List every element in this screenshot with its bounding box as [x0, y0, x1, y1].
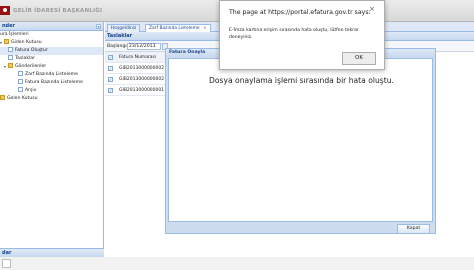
tree-item-fatura-bazinda-listeleme[interactable]: Fatura Bazında Listeleme: [0, 79, 103, 87]
row-checkbox[interactable]: ✓: [108, 66, 113, 71]
document-icon: [8, 55, 13, 60]
app-title: GELİR İDARESİ BAŞKANLIĞI: [13, 8, 103, 14]
invoice-number: GIB2013000000002: [119, 77, 165, 82]
tree-item-fatura-islemleri[interactable]: ura İşlemleri: [0, 31, 103, 39]
folder-icon: [0, 95, 5, 100]
tree-item-label: Zarf Bazında Listeleme: [25, 72, 78, 77]
invoice-grid: ✓ Fatura Numarası ✓ GIB2013000000002 ✓ G…: [105, 52, 167, 232]
collapse-sidebar-button[interactable]: «: [96, 24, 101, 29]
tree-item-label: Gönderilenler: [15, 64, 47, 69]
browser-alert-dialog: The page at https://portal.efatura.gov.t…: [219, 0, 385, 70]
tree-item-label: Gelen Kutusu: [7, 96, 38, 101]
expand-arrow-icon: ▾: [0, 40, 3, 45]
document-icon: [8, 47, 13, 52]
table-row[interactable]: ✓ GIB2013000000002: [105, 74, 166, 85]
invoice-number: GIB2013000000002: [119, 66, 165, 71]
grid-header-row: ✓ Fatura Numarası: [105, 52, 166, 63]
bottom-strip: [0, 257, 474, 270]
sidebar-footer[interactable]: dar: [0, 248, 104, 257]
table-row[interactable]: ✓ GIB2013000000001: [105, 85, 166, 96]
row-checkbox[interactable]: ✓: [108, 77, 113, 82]
expand-arrow-icon: ▾: [4, 64, 7, 69]
tree-item-gelen-kutusu[interactable]: Gelen Kutusu: [0, 95, 103, 103]
tree-item-label: Fatura Bazında Listeleme: [25, 80, 83, 85]
ok-button[interactable]: OK: [342, 52, 376, 65]
tree-item-label: Taslaklar: [15, 56, 35, 61]
tree-item-label: Fatura Oluştur: [15, 48, 48, 53]
tab-hosgeldiniz[interactable]: Hoşgeldiniz: [107, 24, 141, 32]
close-icon[interactable]: ×: [203, 26, 207, 31]
dialog-body: Dosya onaylama işlemi sırasında bir hata…: [168, 58, 433, 222]
tab-label: Zarf Bazında Listeleme: [149, 26, 200, 31]
sidebar-tree: ura İşlemleri ▾ Giden Kutusu Fatura Oluşt…: [0, 31, 103, 103]
tree-item-gonderilenler[interactable]: ▾ Gönderilenler: [0, 63, 103, 71]
tab-label: Hoşgeldiniz: [111, 26, 137, 31]
tree-item-arsiv[interactable]: Arşiv: [0, 87, 103, 95]
gib-logo: [0, 6, 10, 15]
tree-item-fatura-olustur[interactable]: Fatura Oluştur: [0, 47, 103, 55]
tree-item-giden-kutusu[interactable]: ▾ Giden Kutusu: [0, 39, 103, 47]
tab-zarf-bazinda-listeleme[interactable]: Zarf Bazında Listeleme ×: [145, 24, 211, 32]
invoice-number: GIB2013000000001: [119, 88, 165, 93]
table-row[interactable]: ✓ GIB2013000000002: [105, 63, 166, 74]
alert-title: The page at https://portal.efatura.gov.t…: [229, 9, 371, 16]
archive-icon: [18, 87, 23, 92]
error-message: Dosya onaylama işlemi sırasında bir hata…: [209, 76, 394, 85]
column-header-invoice-number[interactable]: Fatura Numarası: [119, 54, 156, 61]
invoice-approve-dialog: Fatura Onayla Dosya onaylama işlemi sıra…: [165, 48, 436, 234]
sidebar-header: nder «: [0, 22, 103, 31]
tree-item-label: ura İşlemleri: [0, 32, 29, 37]
list-icon: [18, 71, 23, 76]
sidebar-title: nder: [2, 23, 15, 29]
status-box: [2, 259, 11, 268]
tree-item-taslaklar[interactable]: Taslaklar: [0, 55, 103, 63]
row-checkbox[interactable]: ✓: [108, 88, 113, 93]
sidebar: nder « ura İşlemleri ▾ Giden Kutusu Fatur…: [0, 22, 104, 257]
folder-icon: [8, 63, 13, 68]
select-all-checkbox[interactable]: ✓: [108, 55, 113, 60]
tree-item-label: Arşiv: [25, 88, 37, 93]
list-icon: [18, 79, 23, 84]
close-button[interactable]: Kapat: [397, 224, 430, 234]
alert-message: E-İmza kartına erişim sırasında hata olu…: [229, 28, 359, 40]
tree-item-zarf-bazinda-listeleme[interactable]: Zarf Bazında Listeleme: [0, 71, 103, 79]
tree-item-label: Giden Kutusu: [11, 40, 42, 45]
close-icon[interactable]: ×: [369, 5, 375, 13]
folder-icon: [4, 39, 9, 44]
start-date-input[interactable]: 23/12/2013: [127, 43, 161, 50]
